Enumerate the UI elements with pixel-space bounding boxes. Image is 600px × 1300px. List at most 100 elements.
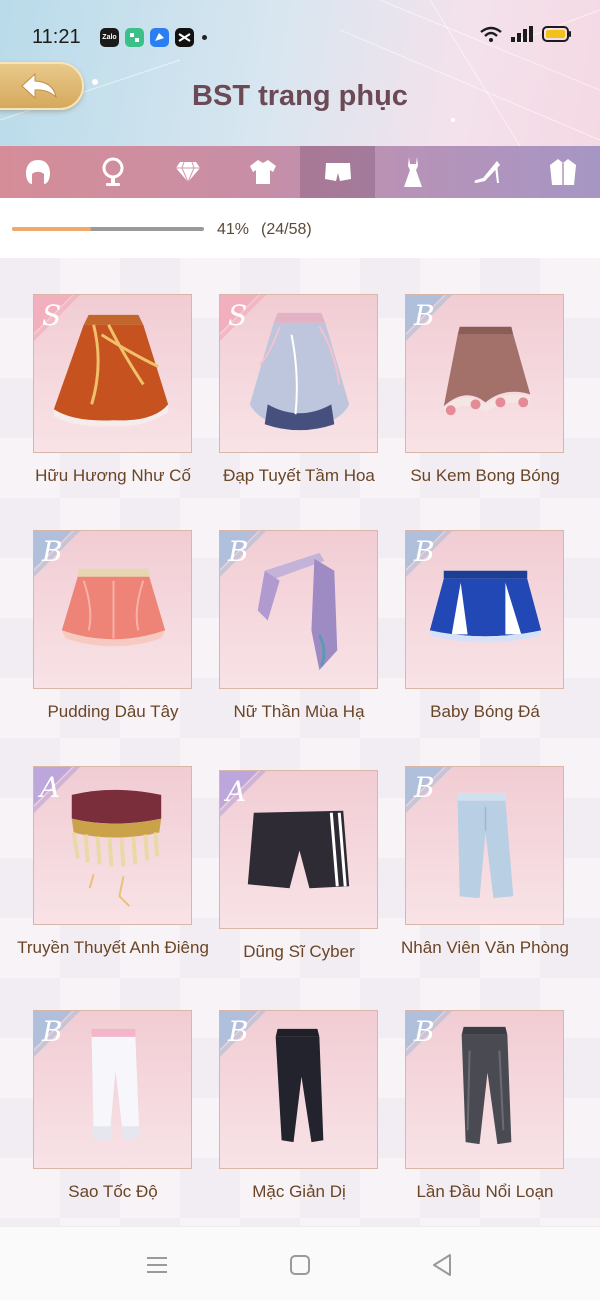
- tab-tops[interactable]: [225, 146, 300, 198]
- item-card[interactable]: B Pudding Dâu Tây: [33, 530, 193, 722]
- rank-b-icon: B: [220, 531, 266, 577]
- item-card[interactable]: B Baby Bóng Đá: [405, 530, 565, 722]
- status-app-icons: Zalo: [100, 28, 207, 47]
- status-indicators: [480, 26, 572, 42]
- item-name: Lần Đầu Nổi Loạn: [416, 1182, 554, 1201]
- tab-accessories[interactable]: [150, 146, 225, 198]
- item-thumbnail: B: [33, 530, 192, 689]
- item-name: Pudding Dâu Tây: [47, 702, 179, 721]
- svg-text:B: B: [413, 1015, 435, 1048]
- item-thumbnail: A: [219, 770, 378, 929]
- collection-progress: 41% (24/58): [0, 198, 600, 258]
- svg-text:B: B: [227, 535, 249, 568]
- rank-a-icon: A: [220, 771, 266, 817]
- item-thumbnail: B: [405, 766, 564, 925]
- item-name: Mặc Giản Dị: [252, 1182, 346, 1201]
- system-back-button[interactable]: [428, 1251, 456, 1279]
- item-name: Dũng Sĩ Cyber: [243, 942, 355, 961]
- item-name: Su Kem Bong Bóng: [410, 466, 560, 485]
- svg-text:A: A: [223, 775, 246, 808]
- back-icon: [433, 1254, 451, 1276]
- item-thumbnail: A: [33, 766, 192, 925]
- item-thumbnail: B: [219, 1010, 378, 1169]
- item-card[interactable]: B Sao Tốc Độ: [33, 1010, 193, 1202]
- top-icon: [249, 160, 276, 184]
- progress-percent: 41%: [217, 221, 250, 238]
- svg-text:B: B: [41, 535, 63, 568]
- item-card[interactable]: S Hữu Hương Như Cố: [33, 294, 193, 486]
- rank-b-icon: B: [406, 1011, 452, 1057]
- item-name: Nhân Viên Văn Phòng: [401, 938, 569, 957]
- item-grid: S Hữu Hương Như Cố S Đạp Tuyết Tầm Hoa B…: [0, 258, 600, 1226]
- header: 11:21 Zalo BST trang phục: [0, 0, 600, 146]
- capcut-icon: [175, 28, 194, 47]
- item-name: Baby Bóng Đá: [430, 702, 540, 721]
- tab-bottoms[interactable]: [300, 146, 375, 205]
- recent-apps-button[interactable]: [143, 1251, 171, 1279]
- high-heel-icon: [474, 161, 500, 183]
- item-thumbnail: S: [219, 294, 378, 453]
- svg-text:B: B: [227, 1015, 249, 1048]
- progress-text: 41% (24/58): [217, 221, 324, 239]
- item-card[interactable]: B Nữ Thần Mùa Hạ: [219, 530, 379, 722]
- item-card[interactable]: B Su Kem Bong Bóng: [405, 294, 565, 486]
- rank-s-icon: S: [220, 295, 266, 341]
- item-card[interactable]: B Lần Đầu Nổi Loạn: [405, 1010, 565, 1202]
- tab-hair[interactable]: [0, 146, 75, 198]
- item-name: Truyền Thuyết Anh Điêng: [17, 938, 209, 957]
- rank-b-icon: B: [406, 767, 452, 813]
- item-card[interactable]: B Mặc Giản Dị: [219, 1010, 379, 1202]
- item-card[interactable]: A Dũng Sĩ Cyber: [219, 770, 379, 962]
- item-name: Đạp Tuyết Tầm Hoa: [223, 466, 375, 485]
- tab-coats[interactable]: [525, 146, 600, 198]
- progress-bar: [12, 227, 204, 231]
- messenger-app-icon: [150, 28, 169, 47]
- rank-b-icon: B: [406, 295, 452, 341]
- menu-icon: [147, 1257, 167, 1273]
- status-bar: 11:21 Zalo: [0, 0, 600, 70]
- rank-b-icon: B: [34, 1011, 80, 1057]
- svg-text:A: A: [37, 771, 60, 804]
- signal-icon: [511, 26, 533, 42]
- rank-b-icon: B: [34, 531, 80, 577]
- diamond-icon: [175, 161, 200, 183]
- zalo-icon: Zalo: [100, 28, 119, 47]
- item-thumbnail: B: [405, 530, 564, 689]
- item-thumbnail: S: [33, 294, 192, 453]
- status-time: 11:21: [32, 26, 81, 48]
- item-card[interactable]: S Đạp Tuyết Tầm Hoa: [219, 294, 379, 486]
- category-tabs: [0, 146, 600, 205]
- item-card[interactable]: B Nhân Viên Văn Phòng: [401, 766, 569, 958]
- home-icon: [290, 1255, 310, 1275]
- svg-text:B: B: [413, 535, 435, 568]
- notification-dot: [202, 35, 207, 40]
- progress-count: (24/58): [261, 221, 312, 238]
- shop-app-icon: [125, 28, 144, 47]
- wifi-icon: [480, 26, 502, 42]
- tab-dresses[interactable]: [375, 146, 450, 198]
- svg-text:B: B: [41, 1015, 63, 1048]
- progress-fill: [12, 227, 91, 231]
- item-card[interactable]: A Truyền Thuyết Anh Điêng: [17, 766, 209, 958]
- rank-a-icon: A: [34, 767, 80, 813]
- svg-text:B: B: [413, 771, 435, 804]
- item-thumbnail: B: [33, 1010, 192, 1169]
- bottoms-icon: [324, 163, 351, 181]
- page-title: BST trang phục: [192, 80, 408, 112]
- tab-shoes[interactable]: [450, 146, 525, 198]
- tab-makeup[interactable]: [75, 146, 150, 198]
- battery-icon: [542, 26, 571, 42]
- svg-text:S: S: [42, 299, 61, 332]
- home-button[interactable]: [286, 1251, 314, 1279]
- coat-icon: [549, 159, 576, 185]
- mirror-icon: [102, 157, 123, 186]
- item-name: Sao Tốc Độ: [68, 1182, 158, 1201]
- item-thumbnail: B: [219, 530, 378, 689]
- item-thumbnail: B: [405, 1010, 564, 1169]
- system-nav-bar: [0, 1226, 600, 1300]
- svg-text:S: S: [228, 299, 247, 332]
- svg-text:B: B: [413, 299, 435, 332]
- rank-b-icon: B: [406, 531, 452, 577]
- item-thumbnail: B: [405, 294, 564, 453]
- dress-icon: [403, 157, 422, 187]
